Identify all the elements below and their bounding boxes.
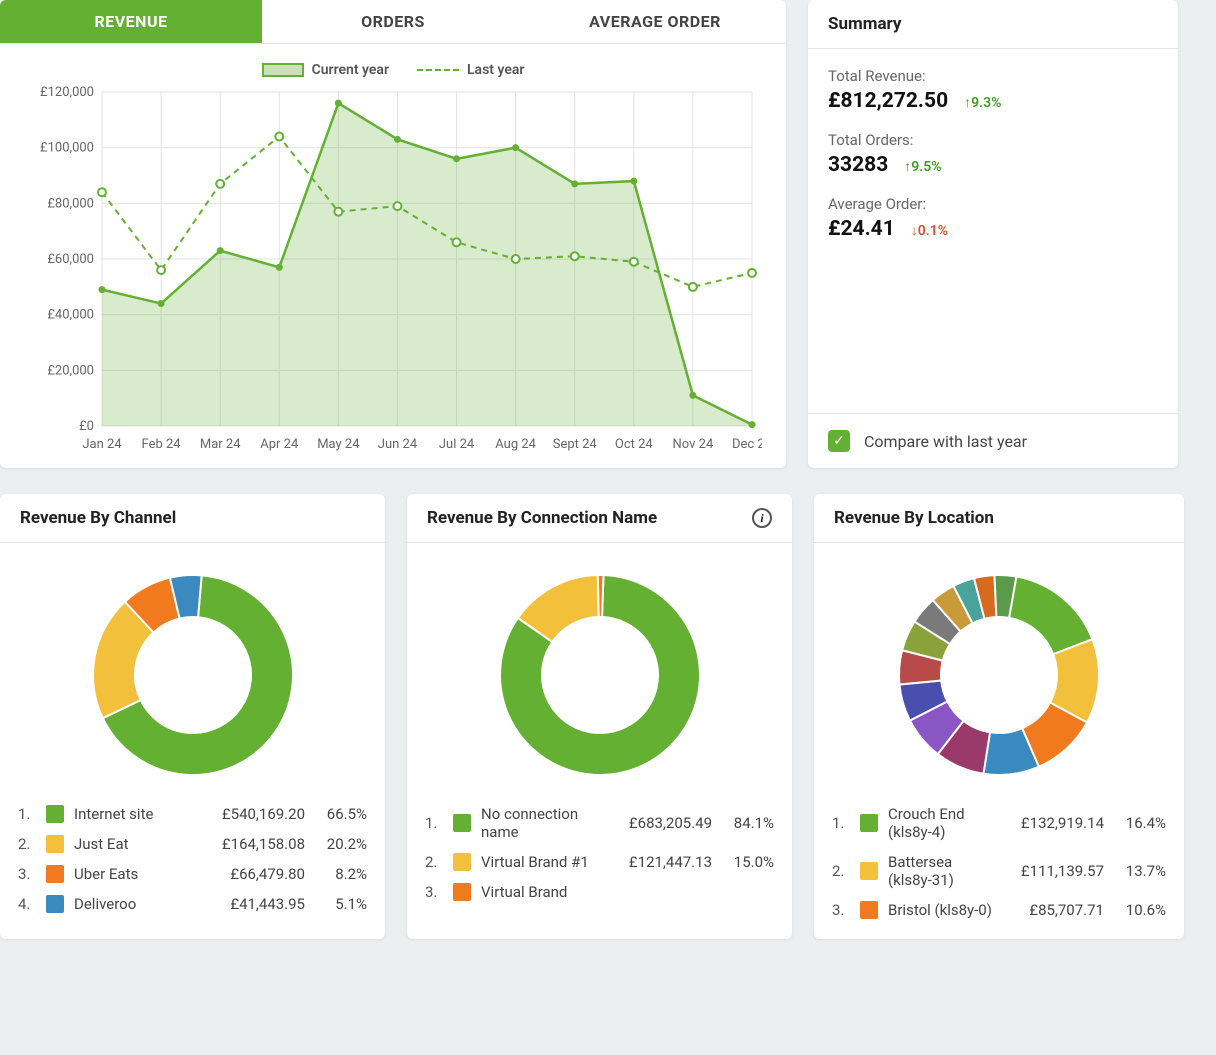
legend-row: 1. No connection name £683,205.49 84.1% <box>425 799 774 847</box>
color-swatch <box>860 814 878 832</box>
channel-legend: 1. Internet site £540,169.20 66.5% 2. Ju… <box>0 793 385 933</box>
svg-text:Mar 24: Mar 24 <box>200 437 241 452</box>
svg-text:Jul 24: Jul 24 <box>439 437 475 452</box>
color-swatch <box>453 814 471 832</box>
revenue-chart-card: REVENUE ORDERS AVERAGE ORDER Current yea… <box>0 0 786 468</box>
svg-text:£0: £0 <box>79 419 94 434</box>
connection-legend: 1. No connection name £683,205.49 84.1% … <box>407 793 792 921</box>
svg-text:£80,000: £80,000 <box>47 196 94 211</box>
total-orders-value: 33283 <box>828 153 888 177</box>
total-orders-delta: ↑9.5% <box>904 159 941 175</box>
revenue-by-connection-card: Revenue By Connection Name i 1. No conne… <box>407 494 792 939</box>
compare-label: Compare with last year <box>864 432 1027 451</box>
legend-row: 2. Just Eat £164,158.08 20.2% <box>18 829 367 859</box>
tab-orders[interactable]: ORDERS <box>262 0 524 43</box>
avg-order-delta: ↓0.1% <box>911 223 948 239</box>
legend-row: 3. Uber Eats £66,479.80 8.2% <box>18 859 367 889</box>
connection-title: Revenue By Connection Name <box>427 508 657 528</box>
chart-legend: Current year Last year <box>24 62 762 78</box>
channel-title: Revenue By Channel <box>0 494 385 543</box>
tab-revenue[interactable]: REVENUE <box>0 0 262 43</box>
total-revenue-delta: ↑9.3% <box>964 95 1001 111</box>
color-swatch <box>46 895 64 913</box>
svg-text:Feb 24: Feb 24 <box>142 437 182 452</box>
legend-label-current: Current year <box>312 62 389 78</box>
svg-text:Sept 24: Sept 24 <box>553 437 598 452</box>
location-donut <box>889 565 1109 785</box>
svg-text:£120,000: £120,000 <box>40 86 94 100</box>
info-icon[interactable]: i <box>752 508 772 528</box>
connection-donut <box>490 565 710 785</box>
legend-row: 4. Deliveroo £41,443.95 5.1% <box>18 889 367 919</box>
legend-row: 3. Bristol (kls8y-0) £85,707.71 10.6% <box>832 895 1166 925</box>
color-swatch <box>453 853 471 871</box>
revenue-line-chart: £0 £20,000 £40,000 £60,000 £80,000 £100,000 £1… <box>24 86 762 456</box>
location-legend: 1. Crouch End (kls8y-4) £132,919.14 16.4… <box>814 793 1184 939</box>
color-swatch <box>46 835 64 853</box>
total-revenue-value: £812,272.50 <box>828 89 948 113</box>
color-swatch <box>860 862 878 880</box>
svg-text:Aug 24: Aug 24 <box>495 437 536 452</box>
color-swatch <box>860 901 878 919</box>
legend-row: 3. Virtual Brand <box>425 877 774 907</box>
svg-text:£40,000: £40,000 <box>47 308 94 323</box>
color-swatch <box>46 805 64 823</box>
color-swatch <box>453 883 471 901</box>
color-swatch <box>46 865 64 883</box>
summary-card: Summary Total Revenue: £812,272.50 ↑9.3%… <box>808 0 1178 468</box>
svg-text:£20,000: £20,000 <box>47 363 94 378</box>
svg-text:Oct 24: Oct 24 <box>615 437 654 452</box>
legend-row: 1. Crouch End (kls8y-4) £132,919.14 16.4… <box>832 799 1166 847</box>
summary-title: Summary <box>808 0 1178 49</box>
legend-swatch-current <box>262 63 304 77</box>
legend-label-last: Last year <box>467 62 524 78</box>
compare-checkbox[interactable]: ✓ <box>828 430 850 452</box>
svg-text:£60,000: £60,000 <box>47 252 94 267</box>
avg-order-value: £24.41 <box>828 217 895 241</box>
tab-average-order[interactable]: AVERAGE ORDER <box>524 0 786 43</box>
svg-text:Jun 24: Jun 24 <box>378 437 418 452</box>
legend-row: 2. Virtual Brand #1 £121,447.13 15.0% <box>425 847 774 877</box>
total-revenue-label: Total Revenue: <box>828 67 1158 85</box>
legend-row: 1. Internet site £540,169.20 66.5% <box>18 799 367 829</box>
revenue-by-location-card: Revenue By Location 1. Crouch End (kls8y… <box>814 494 1184 939</box>
svg-text:May 24: May 24 <box>317 437 360 452</box>
total-orders-label: Total Orders: <box>828 131 1158 149</box>
avg-order-label: Average Order: <box>828 195 1158 213</box>
location-title: Revenue By Location <box>814 494 1184 543</box>
svg-text:£100,000: £100,000 <box>40 141 94 156</box>
svg-text:Dec 24: Dec 24 <box>732 437 762 452</box>
revenue-by-channel-card: Revenue By Channel 1. Internet site £540… <box>0 494 385 939</box>
metric-tabs: REVENUE ORDERS AVERAGE ORDER <box>0 0 786 44</box>
svg-text:Nov 24: Nov 24 <box>673 437 714 452</box>
svg-text:Jan 24: Jan 24 <box>82 437 122 452</box>
channel-donut <box>83 565 303 785</box>
legend-row: 2. Battersea (kls8y-31) £111,139.57 13.7… <box>832 847 1166 895</box>
legend-swatch-last <box>417 69 459 71</box>
svg-text:Apr 24: Apr 24 <box>260 437 299 452</box>
